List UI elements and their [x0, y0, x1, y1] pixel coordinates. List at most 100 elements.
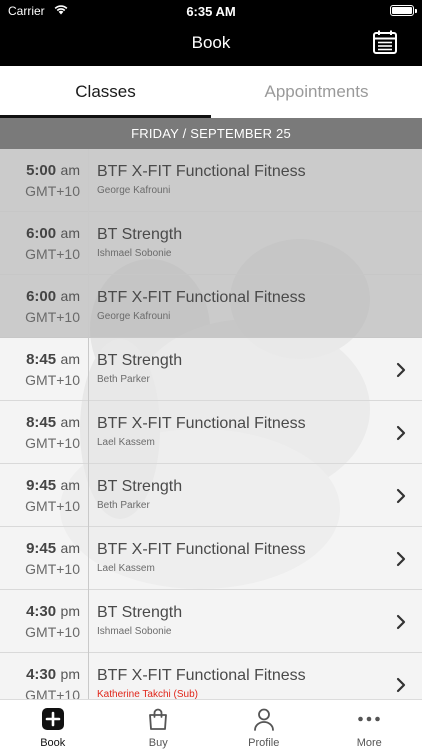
class-row[interactable]: 9:45 am GMT+10 BT Strength Beth Parker: [0, 464, 422, 527]
row-divider: [88, 401, 89, 464]
coach-name: Lael Kassem: [97, 563, 155, 574]
am-pm: am: [60, 540, 80, 556]
ellipsis-icon: [358, 716, 381, 722]
time-column: 6:00 am GMT+10: [0, 288, 80, 325]
class-time: 8:45: [26, 351, 57, 368]
timezone: GMT+10: [25, 372, 80, 388]
chevron-right-icon: [396, 425, 406, 441]
tab-classes[interactable]: Classes: [0, 66, 211, 118]
tab-label: Classes: [75, 82, 136, 101]
time-column: 8:45 am GMT+10: [0, 351, 80, 388]
calendar-icon[interactable]: [372, 29, 398, 55]
class-row[interactable]: 8:45 am GMT+10 BTF X-FIT Functional Fitn…: [0, 401, 422, 464]
coach-name: Beth Parker: [97, 500, 150, 511]
timezone: GMT+10: [25, 498, 80, 514]
class-list[interactable]: 5:00 am GMT+10 BTF X-FIT Functional Fitn…: [0, 149, 422, 699]
time-column: 9:45 am GMT+10: [0, 540, 80, 577]
class-name: BTF X-FIT Functional Fitness: [97, 667, 306, 684]
class-time: 8:45: [26, 414, 57, 431]
class-name: BTF X-FIT Functional Fitness: [97, 163, 306, 180]
timezone: GMT+10: [25, 309, 80, 325]
time-column: 8:45 am GMT+10: [0, 414, 80, 451]
am-pm: pm: [60, 666, 80, 682]
tab-bar-label: Buy: [148, 737, 168, 749]
class-time: 6:00: [26, 225, 57, 242]
am-pm: am: [60, 162, 80, 178]
class-info: BTF X-FIT Functional Fitness Lael Kassem: [97, 541, 306, 574]
class-row[interactable]: 6:00 am GMT+10 BT Strength Ishmael Sobon…: [0, 212, 422, 275]
class-name: BTF X-FIT Functional Fitness: [97, 541, 306, 558]
time-column: 9:45 am GMT+10: [0, 477, 80, 514]
class-time: 4:30: [26, 603, 57, 620]
am-pm: am: [60, 225, 80, 241]
coach-name: Beth Parker: [97, 374, 150, 385]
tab-buy[interactable]: Buy: [106, 700, 212, 750]
row-divider: [88, 149, 89, 212]
class-name: BT Strength: [97, 226, 183, 243]
class-info: BT Strength Ishmael Sobonie: [97, 226, 182, 259]
row-divider: [88, 212, 89, 275]
class-name: BTF X-FIT Functional Fitness: [97, 289, 306, 306]
person-icon: [253, 708, 274, 731]
row-divider: [88, 275, 89, 338]
status-time: 6:35 AM: [186, 4, 236, 19]
class-row[interactable]: 4:30 pm GMT+10 BTF X-FIT Functional Fitn…: [0, 653, 422, 699]
class-info: BT Strength Beth Parker: [97, 352, 182, 385]
date-header: FRIDAY / SEPTEMBER 25: [0, 118, 422, 149]
time-column: 4:30 pm GMT+10: [0, 666, 80, 699]
tab-book[interactable]: Book: [0, 700, 106, 750]
am-pm: am: [60, 351, 80, 367]
tab-more[interactable]: More: [317, 700, 422, 750]
battery-icon: [390, 5, 417, 16]
class-time: 9:45: [26, 540, 57, 557]
class-info: BTF X-FIT Functional Fitness Katherine T…: [97, 667, 306, 699]
row-divider: [88, 653, 89, 699]
timezone: GMT+10: [25, 183, 80, 199]
status-bar: Carrier 6:35 AM: [0, 0, 422, 22]
chevron-right-icon: [396, 362, 406, 378]
segment-tabs: Classes Appointments: [0, 66, 422, 118]
class-info: BTF X-FIT Functional Fitness George Kafr…: [97, 163, 306, 196]
timezone: GMT+10: [25, 687, 80, 699]
class-row[interactable]: 8:45 am GMT+10 BT Strength Beth Parker: [0, 338, 422, 401]
am-pm: pm: [60, 603, 80, 619]
coach-name: Ishmael Sobonie: [97, 248, 172, 259]
tab-bar-label: Profile: [248, 737, 280, 749]
am-pm: am: [60, 477, 80, 493]
class-row[interactable]: 9:45 am GMT+10 BTF X-FIT Functional Fitn…: [0, 527, 422, 590]
tab-profile[interactable]: Profile: [211, 700, 317, 750]
time-column: 4:30 pm GMT+10: [0, 603, 80, 640]
chevron-right-icon: [396, 488, 406, 504]
row-divider: [88, 527, 89, 590]
plus-square-icon: [41, 708, 64, 730]
coach-name: George Kafrouni: [97, 311, 171, 322]
tab-bar-label: More: [356, 737, 382, 749]
class-time: 9:45: [26, 477, 57, 494]
class-info: BTF X-FIT Functional Fitness Lael Kassem: [97, 415, 306, 448]
shopping-bag-icon: [149, 708, 168, 730]
coach-name: Lael Kassem: [97, 437, 155, 448]
row-divider: [88, 590, 89, 653]
row-divider: [88, 464, 89, 527]
class-name: BTF X-FIT Functional Fitness: [97, 415, 306, 432]
am-pm: am: [60, 288, 80, 304]
class-row[interactable]: 6:00 am GMT+10 BTF X-FIT Functional Fitn…: [0, 275, 422, 338]
row-divider: [88, 338, 89, 401]
class-name: BT Strength: [97, 604, 183, 621]
class-time: 5:00: [26, 162, 57, 179]
class-name: BT Strength: [97, 478, 183, 495]
time-column: 5:00 am GMT+10: [0, 162, 80, 199]
tab-label: Appointments: [264, 82, 369, 101]
class-info: BT Strength Beth Parker: [97, 478, 182, 511]
tab-bar-label: Book: [40, 737, 66, 749]
bottom-tab-bar: Book Buy Profile More: [0, 699, 422, 750]
class-info: BT Strength Ishmael Sobonie: [97, 604, 182, 637]
tab-appointments[interactable]: Appointments: [211, 66, 422, 118]
page-title: Book: [191, 33, 231, 52]
timezone: GMT+10: [25, 435, 80, 451]
class-row[interactable]: 5:00 am GMT+10 BTF X-FIT Functional Fitn…: [0, 149, 422, 212]
chevron-right-icon: [396, 551, 406, 567]
class-name: BT Strength: [97, 352, 183, 369]
class-row[interactable]: 4:30 pm GMT+10 BT Strength Ishmael Sobon…: [0, 590, 422, 653]
am-pm: am: [60, 414, 80, 430]
